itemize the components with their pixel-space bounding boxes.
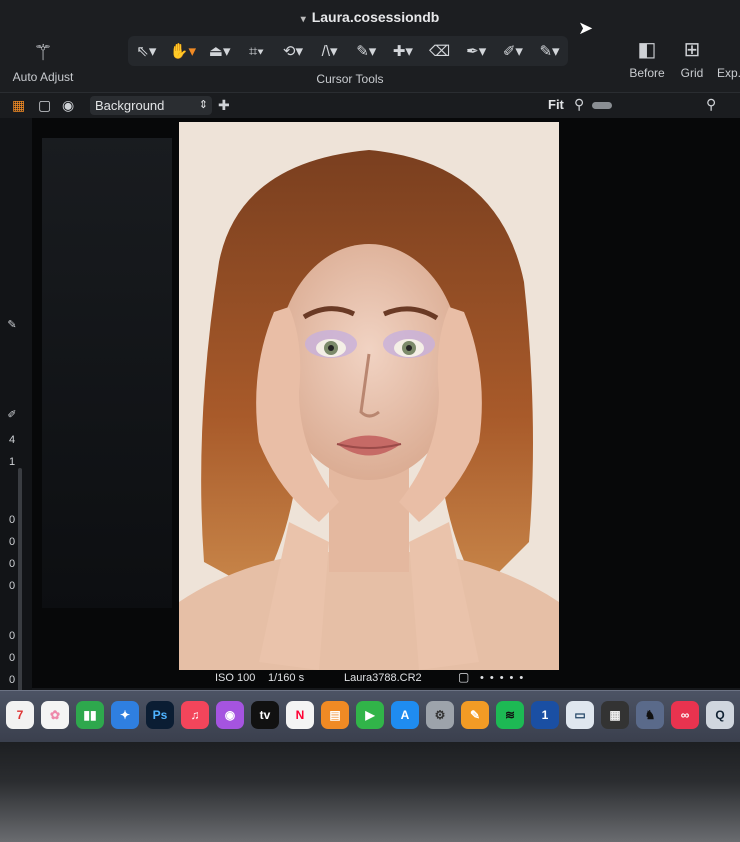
facetime-icon[interactable]: ▶	[356, 701, 384, 729]
numbers-icon[interactable]: ▮▮	[76, 701, 104, 729]
background-window-shadow	[42, 138, 172, 608]
crop-tool[interactable]: ⌗▾	[242, 43, 270, 60]
photos-icon[interactable]: ✿	[41, 701, 69, 729]
appstore-icon[interactable]: A	[391, 701, 419, 729]
heal-tool[interactable]: ✚▾	[389, 42, 417, 60]
panel-value: 1	[8, 456, 16, 468]
panel-value: 0	[8, 514, 16, 526]
document-icon: ▾	[300, 14, 306, 25]
auto-adjust-button[interactable]: ⚚ Auto Adjust	[8, 38, 78, 86]
grid-button[interactable]: ⊞ Grid	[676, 36, 708, 82]
rating-dots[interactable]: •••••	[480, 672, 529, 684]
auto-adjust-label: Auto Adjust	[12, 70, 74, 84]
iso-value: ISO 100	[215, 672, 256, 684]
multi-view-icon[interactable]: ▦	[12, 97, 25, 114]
layer-select[interactable]: Background ⇕	[90, 96, 212, 115]
image-viewer[interactable]	[32, 118, 740, 688]
shutter-value: 1/160 s	[268, 672, 305, 684]
annotate-tool[interactable]: ✐▾	[499, 42, 527, 60]
cursor-tools-label: Cursor Tools	[316, 72, 384, 86]
eye-icon[interactable]: ◉	[62, 97, 74, 114]
books-icon[interactable]: ▤	[321, 701, 349, 729]
brush-tool[interactable]: ✎▾	[352, 42, 380, 60]
panel-value: 0	[8, 558, 16, 570]
keynote-icon[interactable]: ✦	[111, 701, 139, 729]
filename-value: Laura3788.CR2	[344, 672, 422, 684]
export-icon	[714, 36, 740, 64]
magic-wand-icon: ⚚	[33, 40, 53, 65]
news-icon[interactable]: N	[286, 701, 314, 729]
calculator-icon[interactable]: ▦	[601, 701, 629, 729]
onepassword-icon[interactable]: 1	[531, 701, 559, 729]
spotify-icon[interactable]: ≋	[496, 701, 524, 729]
photoshop-icon[interactable]: Ps	[146, 701, 174, 729]
dragon-app-icon[interactable]: ♞	[636, 701, 664, 729]
main-toolbar: ⚚ Auto Adjust ⇖▾ ✋▾ ⏏▾ ⌗▾ ⟲▾ /\▾ ✎▾ ✚▾ ⌫ ✒▾ ✐▾ ✎▾ C…	[0, 34, 740, 92]
keystone-tool[interactable]: /\▾	[316, 42, 344, 60]
preview-icon[interactable]: ▭	[566, 701, 594, 729]
pen-tool[interactable]: ✎▾	[536, 42, 564, 60]
macos-dock: 7 ✿ ▮▮ ✦ Ps ♫ ◉ tv N ▤ ▶ A ⚙ ✎ ≋ 1 ▭ ▦ ♞ ∞ Q	[0, 690, 740, 743]
rotate-tool[interactable]: ⟲▾	[279, 42, 307, 60]
zoom-out-icon[interactable]: ⚲	[574, 96, 584, 113]
creative-cloud-icon[interactable]: ∞	[671, 701, 699, 729]
system-settings-icon[interactable]: ⚙	[426, 701, 454, 729]
checkbox-icon[interactable]: ▢	[458, 670, 469, 684]
portrait-photo[interactable]	[179, 122, 559, 670]
portrait-illustration	[179, 122, 559, 670]
left-tool-panel: ✎ ✐ 4100000000	[0, 118, 32, 718]
before-button[interactable]: ◧ Before	[626, 36, 668, 82]
erase-tool[interactable]: ⌫	[426, 42, 454, 60]
music-icon[interactable]: ♫	[181, 701, 209, 729]
photo-info-bar: ISO 100 1/160 s Laura3788.CR2 ▢ •••••	[180, 668, 552, 688]
appletv-icon[interactable]: tv	[251, 701, 279, 729]
grid-icon: ⊞	[683, 39, 701, 61]
panel-value: 0	[8, 630, 16, 642]
calendar-icon[interactable]: 7	[6, 701, 34, 729]
zoom-slider[interactable]	[592, 102, 612, 109]
cursor-tools-group: ⇖▾ ✋▾ ⏏▾ ⌗▾ ⟲▾ /\▾ ✎▾ ✚▾ ⌫ ✒▾ ✐▾ ✎▾	[128, 36, 568, 66]
panel-value: 4	[8, 434, 16, 446]
add-layer-icon[interactable]: ✚	[218, 97, 230, 114]
pencil-icon[interactable]: ✎	[2, 318, 22, 331]
eraser-tool[interactable]: ⏏▾	[206, 42, 234, 60]
single-view-icon[interactable]: ▢	[38, 97, 51, 114]
pan-tool[interactable]: ✋▾	[169, 42, 197, 60]
panel-value: 0	[8, 536, 16, 548]
picker-tool[interactable]: ✒▾	[462, 42, 490, 60]
window-title: ▾ Laura.cosessiondb	[300, 9, 440, 25]
laptop-bezel	[0, 742, 740, 842]
panel-value: 0	[8, 674, 16, 686]
screen: ▾ Laura.cosessiondb ➤ ⚚ Auto Adjust ⇖▾ ✋▾ ⏏…	[0, 0, 740, 760]
pages-icon[interactable]: ✎	[461, 701, 489, 729]
title-bar: ▾ Laura.cosessiondb	[0, 0, 740, 34]
zoom-in-icon[interactable]: ⚲	[706, 96, 716, 113]
viewer-toolbar: ▦ ▢ ◉ Background ⇕ ✚ Fit ⚲ ⚲	[0, 92, 740, 119]
brush-icon[interactable]: ✐	[2, 408, 22, 421]
panel-value: 0	[8, 652, 16, 664]
select-tool[interactable]: ⇖▾	[132, 42, 160, 60]
panel-value: 0	[8, 580, 16, 592]
before-after-icon: ◧	[637, 39, 657, 61]
quicktime-icon[interactable]: Q	[706, 701, 734, 729]
export-button[interactable]: Exp.	[714, 36, 740, 82]
chevron-updown-icon: ⇕	[198, 99, 208, 111]
fit-button[interactable]: Fit	[548, 97, 564, 112]
podcasts-icon[interactable]: ◉	[216, 701, 244, 729]
